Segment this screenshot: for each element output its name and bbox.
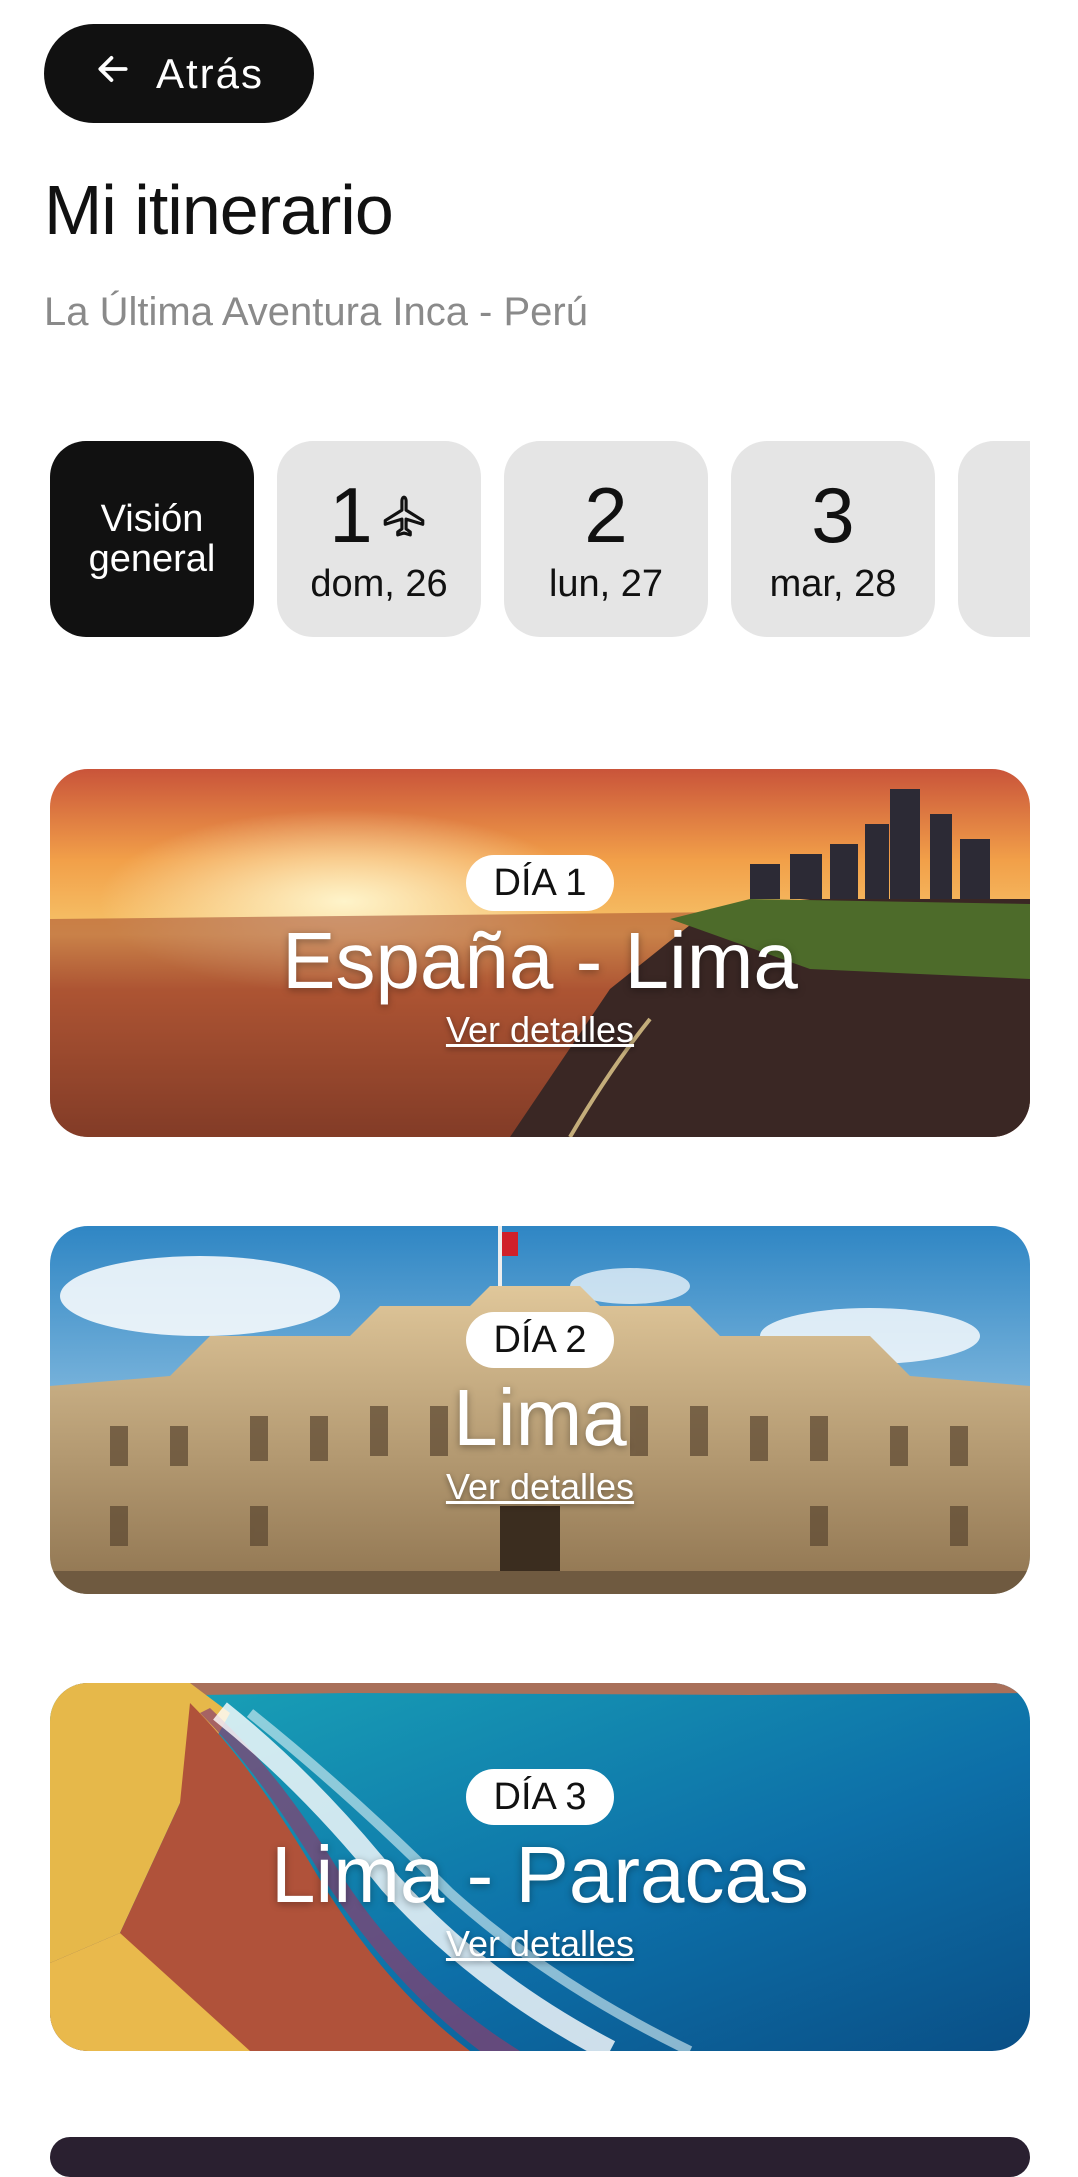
- arrow-left-icon: [94, 50, 132, 98]
- tab-day-number: 1: [329, 470, 373, 559]
- airplane-icon: [379, 473, 429, 557]
- tab-day-4[interactable]: m: [958, 441, 1030, 637]
- day-card-3[interactable]: DÍA 3 Lima - Paracas Ver detalles: [50, 1683, 1030, 2051]
- day-card-1[interactable]: DÍA 1 España - Lima Ver detalles: [50, 769, 1030, 1137]
- back-label: Atrás: [155, 49, 265, 97]
- day-card-title: España - Lima: [282, 916, 798, 1005]
- view-details-link[interactable]: Ver detalles: [446, 1923, 634, 1965]
- tab-day-number: 2: [584, 470, 628, 559]
- tab-overview-label: Visión general: [88, 498, 216, 580]
- day-badge: DÍA 2: [465, 1312, 615, 1368]
- day-card-2[interactable]: DÍA 2 Lima Ver detalles: [50, 1226, 1030, 1594]
- tab-day-1[interactable]: 1 dom, 26: [277, 441, 481, 637]
- view-details-link[interactable]: Ver detalles: [446, 1009, 634, 1051]
- tab-day-date: mar, 28: [769, 562, 897, 605]
- day-badge: DÍA 1: [465, 855, 615, 911]
- view-details-link[interactable]: Ver detalles: [446, 1466, 634, 1508]
- tab-day-2[interactable]: 2 lun, 27: [504, 441, 708, 637]
- day-badge: DÍA 3: [465, 1769, 615, 1825]
- page-title: Mi itinerario: [44, 171, 394, 249]
- day-tabs: Visión general 1 dom, 26 2 lun, 27 3 mar…: [0, 441, 1030, 637]
- day-card-title: Lima: [453, 1373, 627, 1462]
- back-button[interactable]: Atrás: [44, 24, 314, 123]
- tab-day-number: 3: [811, 470, 855, 559]
- day-card-title: Lima - Paracas: [271, 1830, 809, 1919]
- tab-day-3[interactable]: 3 mar, 28: [731, 441, 935, 637]
- page-subtitle: La Última Aventura Inca - Perú: [44, 290, 588, 334]
- tab-overview[interactable]: Visión general: [50, 441, 254, 637]
- day-card-4[interactable]: [50, 2137, 1030, 2177]
- tab-day-date: lun, 27: [548, 562, 664, 605]
- tab-day-date: dom, 26: [310, 562, 448, 605]
